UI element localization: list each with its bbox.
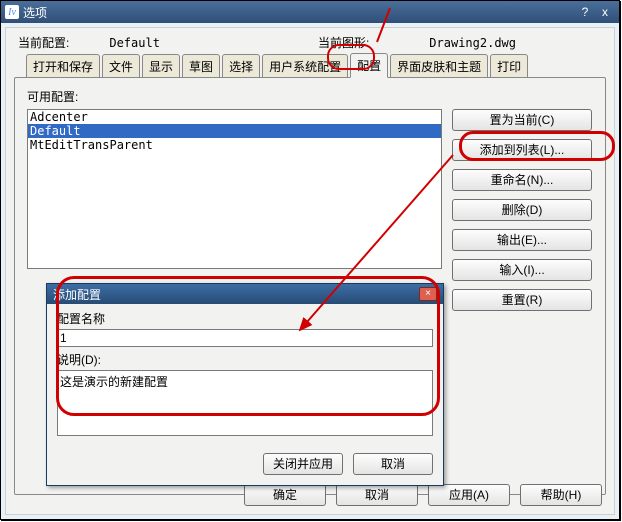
- window-body: 当前配置: Default 当前图形: Drawing2.dwg 打开和保存文件…: [5, 27, 615, 515]
- dialog-body: 配置名称 说明(D):: [47, 304, 443, 447]
- footer-buttons: 确定 取消 应用(A) 帮助(H): [244, 484, 602, 506]
- top-info-row: 当前配置: Default 当前图形: Drawing2.dwg: [14, 34, 606, 51]
- app-icon: Iv: [5, 5, 19, 19]
- help-icon[interactable]: ?: [575, 5, 595, 19]
- import-button[interactable]: 输入(I)...: [452, 259, 592, 281]
- dialog-apply-close-button[interactable]: 关闭并应用: [263, 453, 343, 475]
- list-item[interactable]: Adcenter: [28, 110, 441, 124]
- dialog-title: 添加配置: [53, 286, 101, 303]
- apply-button[interactable]: 应用(A): [428, 484, 510, 506]
- set-current-button[interactable]: 置为当前(C): [452, 109, 592, 131]
- export-button[interactable]: 输出(E)...: [452, 229, 592, 251]
- available-profiles-label: 可用配置:: [27, 88, 593, 105]
- ok-button[interactable]: 确定: [244, 484, 326, 506]
- dialog-cancel-button[interactable]: 取消: [353, 453, 433, 475]
- current-drawing-label: 当前图形:: [318, 34, 369, 51]
- tab-0[interactable]: 打开和保存: [26, 54, 100, 78]
- add-to-list-button[interactable]: 添加到列表(L)...: [452, 139, 592, 161]
- reset-button[interactable]: 重置(R): [452, 289, 592, 311]
- dialog-buttons: 关闭并应用 取消: [47, 447, 443, 485]
- profiles-listbox[interactable]: AdcenterDefaultMtEditTransParent: [27, 109, 442, 269]
- profile-desc-label: 说明(D):: [57, 351, 433, 368]
- help-button[interactable]: 帮助(H): [520, 484, 602, 506]
- profile-buttons-column: 置为当前(C) 添加到列表(L)... 重命名(N)... 删除(D) 输出(E…: [452, 109, 592, 311]
- tab-2[interactable]: 显示: [142, 54, 180, 78]
- current-drawing-value: Drawing2.dwg: [429, 36, 516, 50]
- tab-6[interactable]: 配置: [350, 53, 388, 78]
- profile-name-label: 配置名称: [57, 310, 433, 327]
- tab-5[interactable]: 用户系统配置: [262, 54, 348, 78]
- titlebar[interactable]: Iv 选项 ? x: [1, 1, 619, 23]
- tab-7[interactable]: 界面皮肤和主题: [390, 54, 488, 78]
- cancel-button[interactable]: 取消: [336, 484, 418, 506]
- list-item[interactable]: MtEditTransParent: [28, 138, 441, 152]
- window-title: 选项: [23, 4, 47, 21]
- dialog-close-icon[interactable]: ×: [419, 287, 437, 301]
- tab-1[interactable]: 文件: [102, 54, 140, 78]
- rename-button[interactable]: 重命名(N)...: [452, 169, 592, 191]
- current-profile-label: 当前配置:: [18, 34, 69, 51]
- tab-3[interactable]: 草图: [182, 54, 220, 78]
- dialog-titlebar[interactable]: 添加配置 ×: [47, 284, 443, 304]
- tab-8[interactable]: 打印: [490, 54, 528, 78]
- add-profile-dialog: 添加配置 × 配置名称 说明(D): 关闭并应用 取消: [46, 283, 444, 486]
- options-window: Iv 选项 ? x 当前配置: Default 当前图形: Drawing2.d…: [0, 0, 620, 520]
- profile-name-input[interactable]: [57, 329, 433, 347]
- delete-button[interactable]: 删除(D): [452, 199, 592, 221]
- profile-desc-textarea[interactable]: [57, 370, 433, 436]
- close-icon[interactable]: x: [595, 5, 615, 19]
- current-profile-value: Default: [109, 36, 160, 50]
- list-item[interactable]: Default: [28, 124, 441, 138]
- tab-bar: 打开和保存文件显示草图选择用户系统配置配置界面皮肤和主题打印: [14, 55, 606, 77]
- tab-4[interactable]: 选择: [222, 54, 260, 78]
